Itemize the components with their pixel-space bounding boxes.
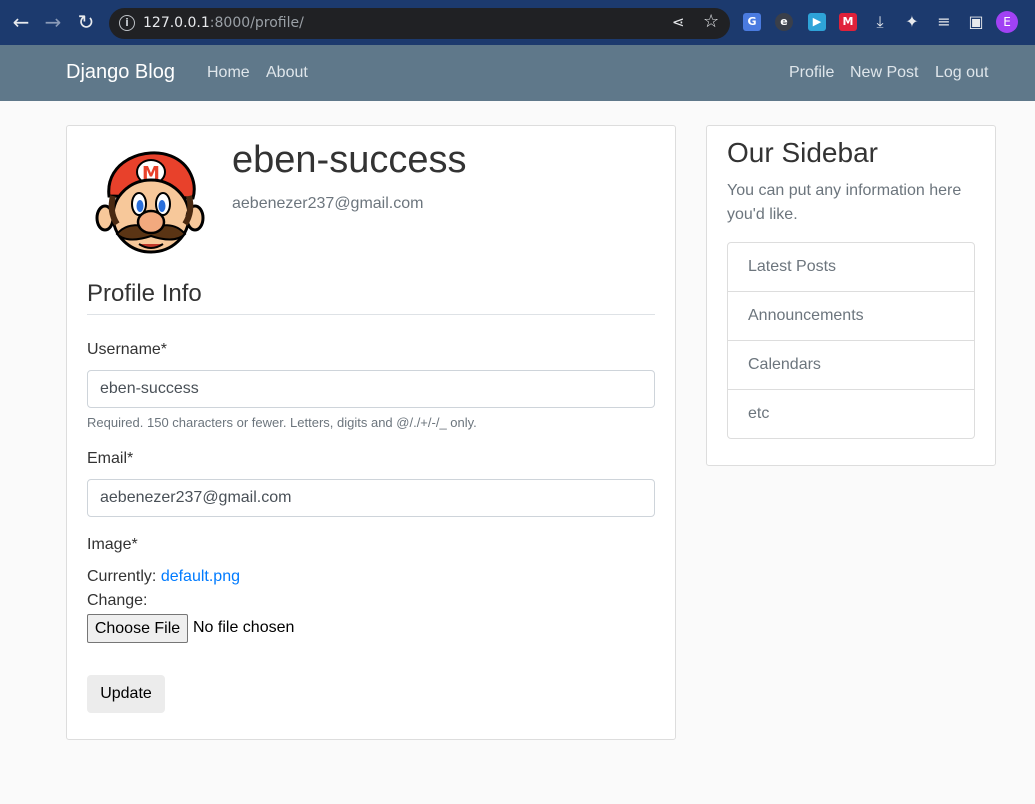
currently-row: Currently: default.png [87, 568, 240, 586]
sidebar-card: Our Sidebar You can put any information … [706, 125, 996, 466]
sidebar-description: You can put any information here you'd l… [727, 182, 962, 223]
sidebar-title: Our Sidebar [727, 137, 878, 168]
back-arrow-icon[interactable]: ← [8, 9, 34, 35]
username-input[interactable] [87, 370, 655, 408]
profile-card: M eben-success aebenezer237@gmail.com Pr… [66, 125, 676, 740]
profile-email-text: aebenezer237@gmail.com [232, 195, 424, 212]
image-label: Image* [87, 536, 138, 553]
translate-extension-icon[interactable]: G [743, 13, 761, 31]
nav-logout-link[interactable]: Log out [935, 64, 988, 82]
profile-username-heading: eben-success [232, 139, 467, 181]
choose-file-button[interactable]: Choose File [87, 614, 188, 643]
sidebar-item-announcements[interactable]: Announcements [728, 292, 974, 341]
screen-capture-extension-icon[interactable]: ▶ [808, 13, 826, 31]
nav-home-link[interactable]: Home [207, 64, 250, 82]
address-bar[interactable]: i 127.0.0.1:8000/profile/ ⋖ ☆ [109, 8, 730, 39]
sidebar-item-latest-posts[interactable]: Latest Posts [728, 243, 974, 292]
bookmark-star-icon[interactable]: ☆ [703, 11, 719, 32]
site-navbar: Django Blog Home About Profile New Post … [0, 45, 1035, 101]
m-extension-icon[interactable]: M [839, 13, 857, 31]
nav-profile-link[interactable]: Profile [789, 64, 834, 82]
brand-link[interactable]: Django Blog [66, 61, 175, 84]
forward-arrow-icon[interactable]: → [40, 9, 66, 35]
nav-new-post-link[interactable]: New Post [850, 64, 918, 82]
no-file-chosen-text: No file chosen [193, 619, 295, 636]
email-label: Email* [87, 450, 134, 467]
side-panel-icon[interactable]: ▣ [967, 13, 985, 31]
current-image-link[interactable]: default.png [161, 568, 240, 585]
browser-toolbar: ← → ↻ i 127.0.0.1:8000/profile/ ⋖ ☆ G e … [0, 0, 1035, 45]
download-icon[interactable]: ⤓ [871, 13, 889, 31]
url-text[interactable]: 127.0.0.1:8000/profile/ [143, 15, 304, 31]
url-path: :8000/profile/ [209, 15, 304, 31]
share-icon[interactable]: ⋖ [672, 13, 685, 31]
profile-avatar[interactable]: E [996, 11, 1018, 33]
sidebar-list: Latest Posts Announcements Calendars etc [727, 242, 975, 439]
url-host: 127.0.0.1 [143, 15, 210, 31]
reload-icon[interactable]: ↻ [73, 9, 99, 35]
nav-about-link[interactable]: About [266, 64, 308, 82]
profile-avatar-image: M [95, 151, 205, 254]
edge-extension-icon[interactable]: e [775, 13, 793, 31]
email-input[interactable] [87, 479, 655, 517]
update-button[interactable]: Update [87, 675, 165, 713]
currently-label: Currently: [87, 568, 157, 585]
extensions-puzzle-icon[interactable]: ✦ [903, 13, 921, 31]
username-label: Username* [87, 341, 168, 358]
media-queue-icon[interactable]: ≡ [935, 13, 953, 31]
sidebar-item-etc[interactable]: etc [728, 390, 974, 439]
sidebar-item-calendars[interactable]: Calendars [728, 341, 974, 390]
username-help-text: Required. 150 characters or fewer. Lette… [87, 415, 477, 430]
profile-info-legend: Profile Info [87, 280, 655, 315]
site-info-icon[interactable]: i [119, 15, 135, 31]
change-label: Change: [87, 592, 148, 609]
